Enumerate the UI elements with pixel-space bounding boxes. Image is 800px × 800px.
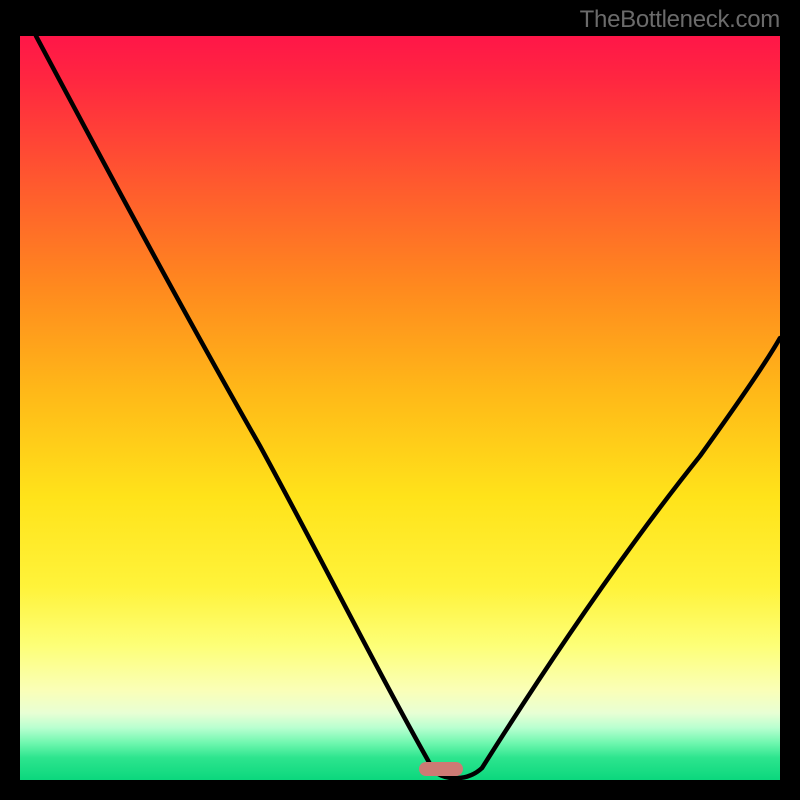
plot-area bbox=[20, 36, 780, 780]
watermark-text: TheBottleneck.com bbox=[580, 6, 780, 34]
curve-path bbox=[36, 36, 780, 778]
bottleneck-curve bbox=[20, 36, 780, 780]
optimal-marker bbox=[419, 762, 463, 776]
chart-frame: TheBottleneck.com bbox=[0, 0, 800, 800]
